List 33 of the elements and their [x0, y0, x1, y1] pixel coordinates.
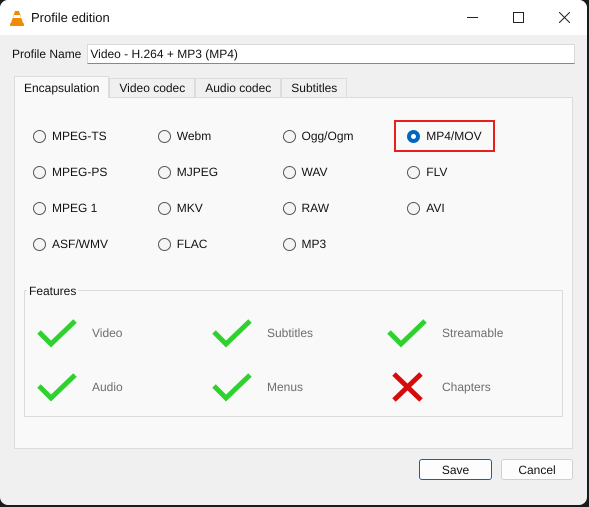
feature-label: Menus	[267, 379, 304, 396]
format-radio[interactable]: MKV	[158, 199, 203, 217]
tab[interactable]: Video codec	[109, 78, 196, 97]
format-radio[interactable]: AVI	[407, 199, 445, 217]
dialog-button[interactable]: Save	[419, 459, 492, 480]
maximize-icon	[512, 12, 524, 23]
close-icon	[558, 12, 570, 23]
field-label: Profile Name	[12, 46, 82, 63]
tab[interactable]: Subtitles	[281, 78, 348, 97]
format-radio[interactable]: FLV	[407, 163, 448, 181]
window-title: Profile edition	[31, 8, 110, 27]
feature-label: Streamable	[442, 325, 504, 342]
tab[interactable]: Audio codec	[195, 78, 282, 97]
feature-label: Video	[92, 325, 122, 342]
format-radio[interactable]: WAV	[282, 163, 328, 181]
dialog-button[interactable]: Cancel	[501, 459, 573, 480]
feature-label: Audio	[92, 379, 123, 396]
format-radio[interactable]: MP4/MOV	[394, 120, 495, 152]
format-radio[interactable]: MP3	[282, 235, 326, 253]
profile-name-field[interactable]: Video - H.264 + MP3 (MP4)	[87, 44, 575, 64]
format-radio[interactable]: MPEG-PS	[33, 163, 108, 181]
format-radio[interactable]: FLAC	[158, 235, 208, 253]
format-radio[interactable]: RAW	[282, 199, 330, 217]
traffic-cone-icon	[10, 10, 24, 26]
format-radio[interactable]: MJPEG	[158, 163, 218, 181]
tab[interactable]: Encapsulation	[14, 76, 110, 98]
format-radio[interactable]: MPEG-TS	[33, 127, 107, 145]
format-radio[interactable]: MPEG 1	[33, 199, 98, 217]
format-radio[interactable]: ASF/WMV	[33, 235, 108, 253]
format-radio[interactable]: Ogg/Ogm	[282, 127, 354, 145]
feature-label: Subtitles	[267, 325, 314, 342]
format-radio[interactable]: Webm	[158, 127, 212, 145]
feature-label: Chapters	[442, 379, 491, 396]
